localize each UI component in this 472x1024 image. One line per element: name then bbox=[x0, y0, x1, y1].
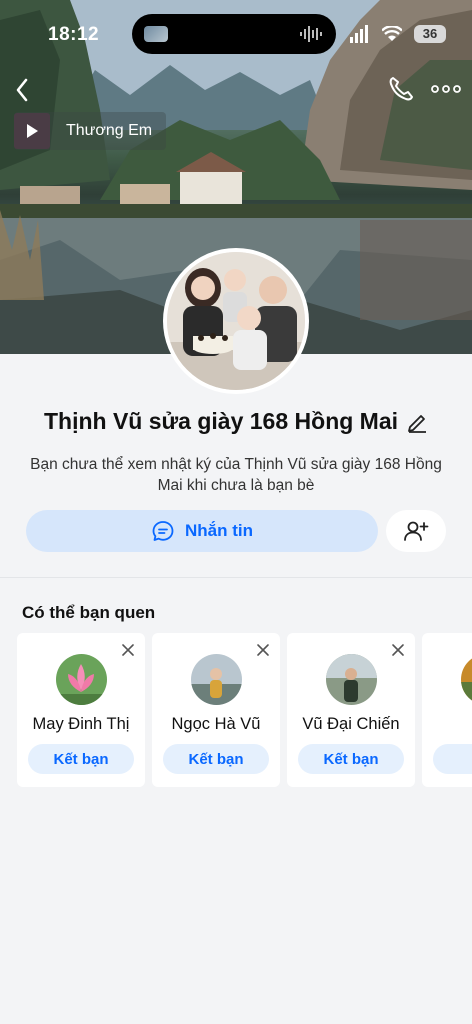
wifi-icon bbox=[382, 26, 402, 41]
add-friend-button[interactable] bbox=[386, 510, 446, 552]
suggestion-card[interactable]: Vũ Đại Chiến Kết bạn bbox=[287, 633, 415, 787]
dynamic-island[interactable] bbox=[132, 14, 336, 54]
add-friend-icon bbox=[404, 521, 429, 541]
suggestion-avatar[interactable] bbox=[326, 654, 377, 705]
suggestion-card[interactable]: Hi Kế bbox=[422, 633, 472, 787]
suggestion-name: May Đinh Thị bbox=[32, 715, 130, 733]
suggestion-avatar[interactable] bbox=[191, 654, 242, 705]
close-icon[interactable] bbox=[391, 643, 405, 657]
play-icon bbox=[27, 124, 38, 138]
add-friend-button[interactable]: Kế bbox=[433, 744, 472, 774]
message-button[interactable]: Nhắn tin bbox=[26, 510, 378, 552]
battery-indicator: 36 bbox=[414, 25, 446, 43]
close-icon[interactable] bbox=[121, 643, 135, 657]
chat-icon bbox=[152, 521, 174, 541]
add-friend-button[interactable]: Kết bạn bbox=[28, 744, 134, 774]
profile-music[interactable]: Thương Em bbox=[14, 112, 166, 150]
person-photo bbox=[191, 654, 242, 705]
profile-avatar[interactable] bbox=[163, 248, 309, 394]
status-icons: 36 bbox=[350, 24, 446, 44]
status-time: 18:12 bbox=[48, 24, 100, 45]
suggestions-list[interactable]: May Đinh Thị Kết bạn Ngọc Hà Vũ Kết bạn bbox=[17, 633, 472, 787]
back-icon[interactable] bbox=[12, 76, 34, 104]
music-thumbnail bbox=[14, 113, 50, 149]
section-divider bbox=[0, 577, 472, 578]
cellular-signal-icon bbox=[350, 25, 368, 43]
suggestion-avatar[interactable] bbox=[461, 654, 472, 705]
lotus-photo bbox=[56, 654, 107, 705]
audio-wave-icon bbox=[300, 26, 322, 42]
privacy-notice: Bạn chưa thể xem nhật ký của Thịnh Vũ sử… bbox=[30, 456, 442, 494]
avatar-photo bbox=[167, 252, 305, 390]
add-friend-button[interactable]: Kết bạn bbox=[163, 744, 269, 774]
add-friend-button[interactable]: Kết bạn bbox=[298, 744, 404, 774]
person-photo bbox=[461, 654, 472, 705]
more-icon[interactable] bbox=[430, 78, 462, 100]
message-button-label: Nhắn tin bbox=[185, 521, 253, 540]
suggestions-title: Có thể bạn quen bbox=[22, 603, 156, 622]
suggestion-card[interactable]: Ngọc Hà Vũ Kết bạn bbox=[152, 633, 280, 787]
island-media-thumbnail bbox=[144, 26, 168, 42]
profile-name: Thịnh Vũ sửa giày 168 Hồng Mai bbox=[43, 408, 399, 434]
suggestion-name: Hi bbox=[422, 715, 472, 734]
close-icon[interactable] bbox=[256, 643, 270, 657]
suggestion-name: Vũ Đại Chiến bbox=[302, 715, 400, 733]
phone-icon[interactable] bbox=[386, 74, 416, 104]
edit-icon[interactable] bbox=[406, 411, 428, 433]
suggestion-name: Ngọc Hà Vũ bbox=[171, 715, 261, 733]
profile-name-row: Thịnh Vũ sửa giày 168 Hồng Mai bbox=[0, 408, 472, 435]
person-photo bbox=[326, 654, 377, 705]
music-title: Thương Em bbox=[66, 122, 153, 139]
suggestion-card[interactable]: May Đinh Thị Kết bạn bbox=[17, 633, 145, 787]
suggestion-avatar[interactable] bbox=[56, 654, 107, 705]
